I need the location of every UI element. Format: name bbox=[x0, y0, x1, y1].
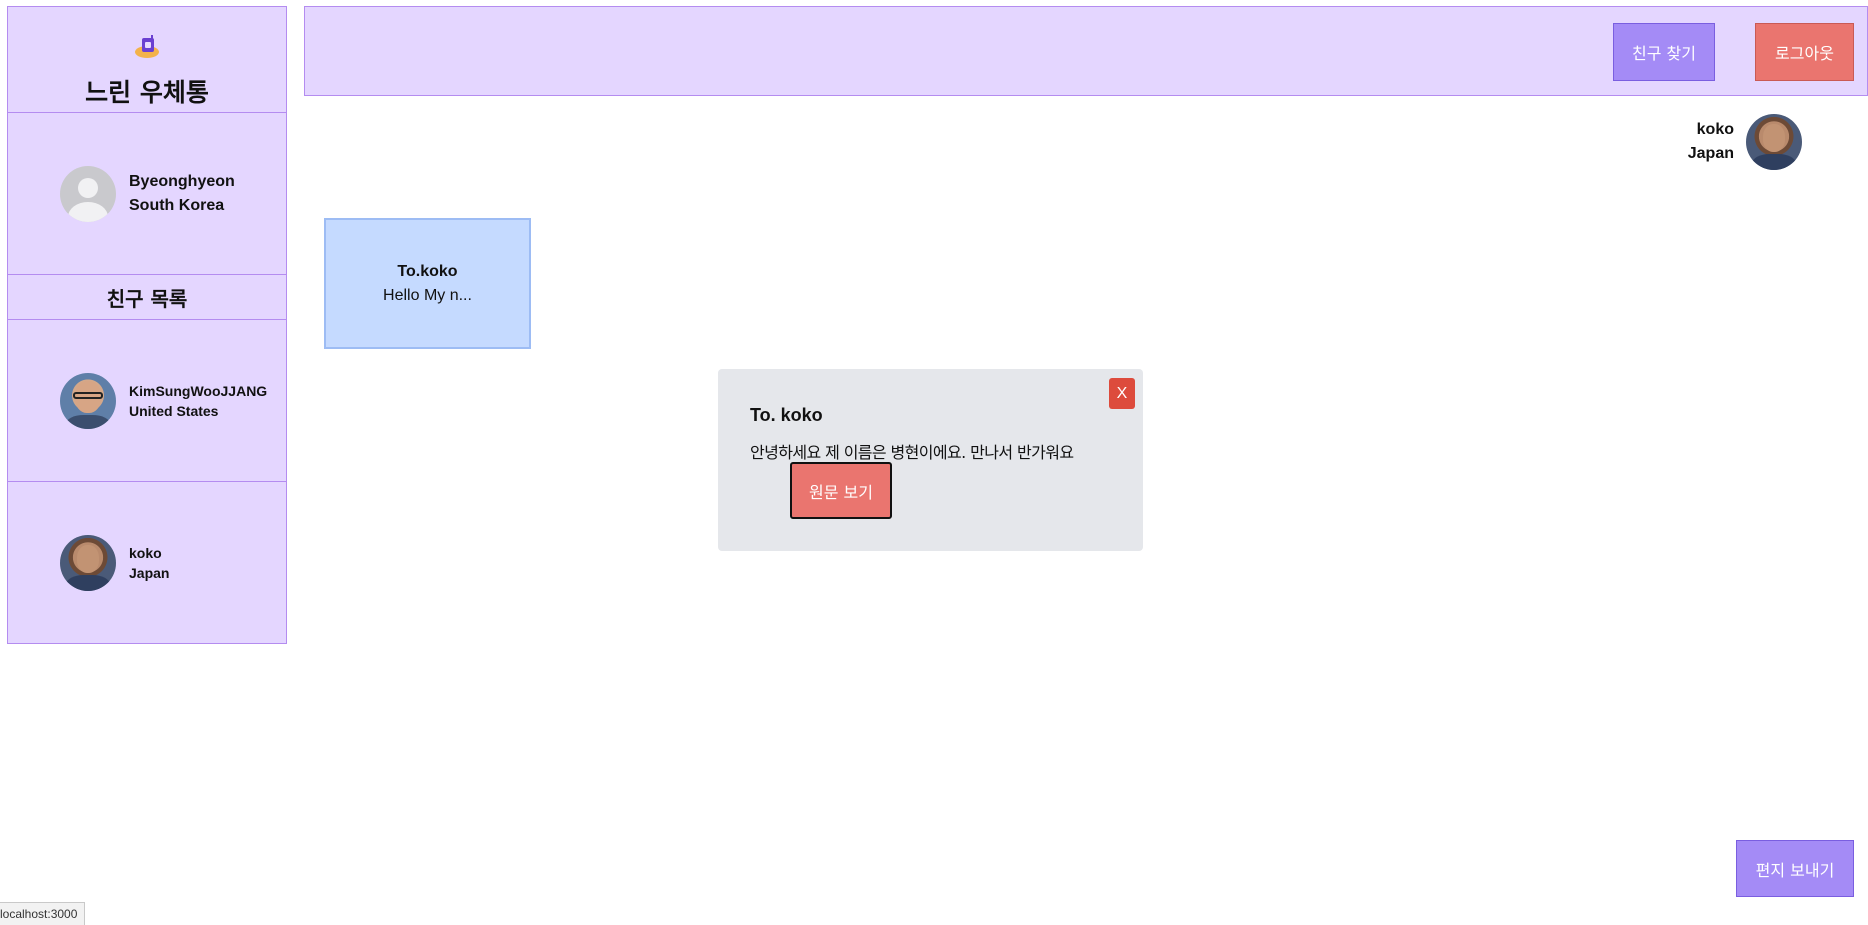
my-profile: Byeonghyeon South Korea bbox=[7, 112, 287, 275]
current-friend-name: koko bbox=[1696, 121, 1734, 138]
letter-recipient: To.koko bbox=[397, 262, 458, 280]
current-friend-info: koko Japan bbox=[1688, 114, 1802, 170]
friend-info: koko Japan bbox=[129, 543, 169, 583]
find-friends-button[interactable]: 친구 찾기 bbox=[1613, 23, 1715, 81]
friends-list-header: 친구 목록 bbox=[7, 274, 287, 320]
close-button[interactable]: X bbox=[1109, 378, 1135, 409]
current-friend-country: Japan bbox=[1687, 145, 1734, 162]
friend-item-kimsungwoojjang[interactable]: KimSungWooJJANG United States bbox=[7, 319, 287, 482]
sidebar: 느린 우체통 Byeonghyeon South Korea 친구 목록 Kim… bbox=[7, 6, 287, 644]
send-letter-button[interactable]: 편지 보내기 bbox=[1736, 840, 1854, 897]
profile-name: Byeonghyeon bbox=[129, 172, 235, 190]
friend-avatar bbox=[60, 534, 116, 591]
friend-info: KimSungWooJJANG United States bbox=[129, 381, 267, 421]
friend-name: KimSungWooJJANG bbox=[129, 382, 268, 399]
view-original-button[interactable]: 원문 보기 bbox=[790, 462, 892, 519]
app-title: 느린 우체통 bbox=[85, 78, 209, 107]
letter-preview: Hello My n... bbox=[383, 286, 472, 304]
current-friend-text: koko Japan bbox=[1688, 118, 1734, 166]
status-bar-url: localhost:3000 bbox=[0, 902, 86, 925]
friend-country: United States bbox=[129, 402, 219, 419]
friend-avatar bbox=[60, 372, 116, 429]
letter-modal: X To. koko 안녕하세요 제 이름은 병현이에요. 만나서 반가워요 원… bbox=[718, 369, 1143, 551]
mailbox-logo-icon[interactable] bbox=[133, 33, 161, 59]
friend-item-koko[interactable]: koko Japan bbox=[7, 481, 287, 644]
logout-button[interactable]: 로그아웃 bbox=[1755, 23, 1854, 81]
profile-country: South Korea bbox=[129, 196, 225, 214]
letter-card[interactable]: To.koko Hello My n... bbox=[324, 218, 531, 349]
logo-panel: 느린 우체통 bbox=[7, 6, 287, 113]
friend-country: Japan bbox=[129, 564, 170, 581]
default-avatar-icon bbox=[60, 165, 116, 222]
friend-name: koko bbox=[129, 544, 162, 561]
profile-info: Byeonghyeon South Korea bbox=[129, 170, 235, 218]
modal-title: To. koko bbox=[750, 405, 823, 425]
current-friend-avatar bbox=[1746, 114, 1802, 170]
modal-message: 안녕하세요 제 이름은 병현이에요. 만나서 반가워요 bbox=[750, 443, 1074, 462]
